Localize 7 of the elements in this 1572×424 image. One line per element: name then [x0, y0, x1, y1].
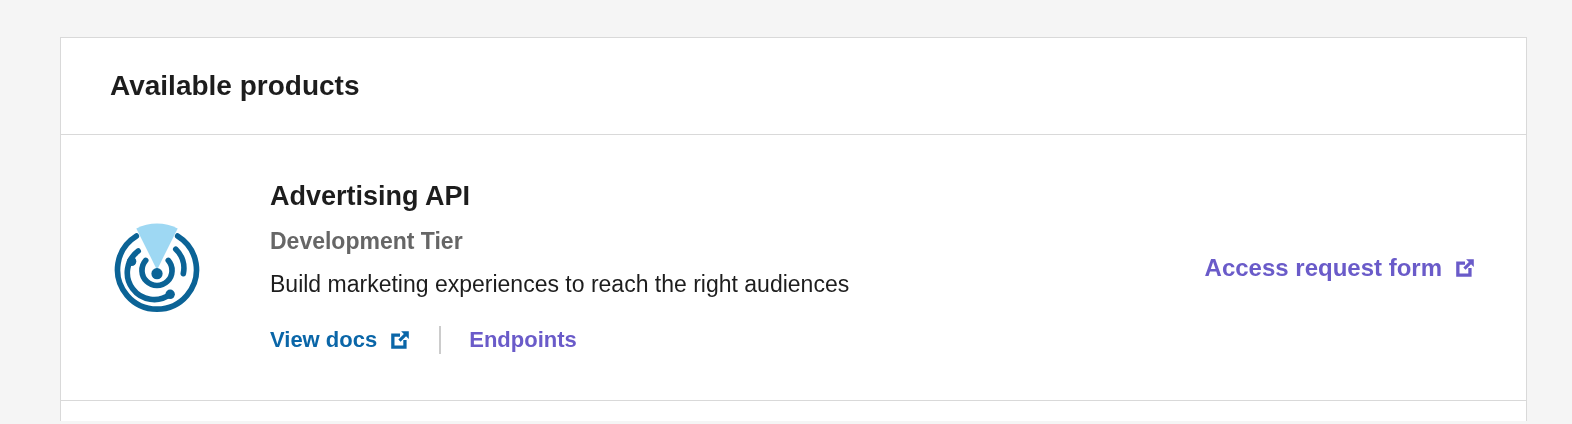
endpoints-link[interactable]: Endpoints [469, 327, 577, 353]
docs-link[interactable]: View docs [270, 327, 412, 353]
product-name: Advertising API [270, 181, 472, 212]
product-description: Build marketing experiences to reach the right audiences [270, 271, 851, 298]
tier-label: Development Tier [270, 228, 464, 255]
panel-title: Available products [110, 70, 360, 102]
access-request-link[interactable]: Access request form [1204, 253, 1476, 282]
